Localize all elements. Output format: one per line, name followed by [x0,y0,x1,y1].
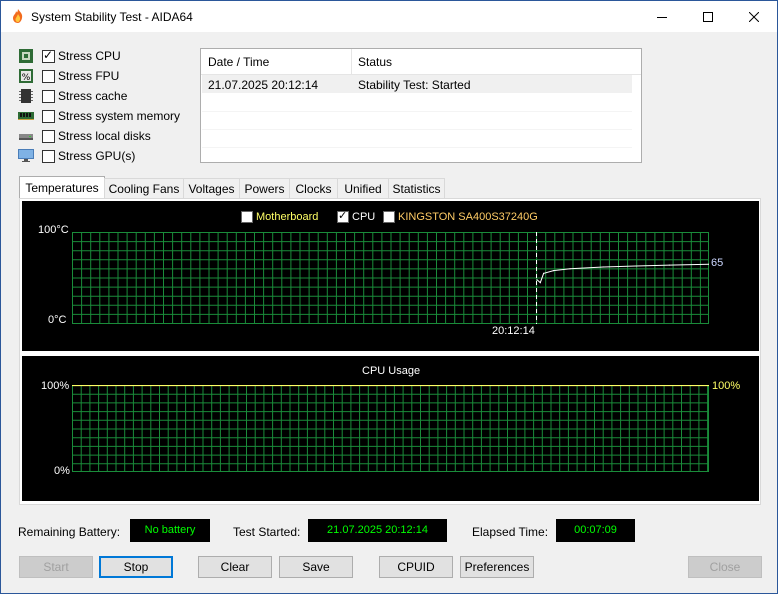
stress-gpu-label: Stress GPU(s) [58,149,136,163]
window-title: System Stability Test - AIDA64 [31,10,193,24]
temp-current-value-label: 65 [711,257,724,269]
usage-y-max-label: 100% [41,380,70,392]
tab-voltages[interactable]: Voltages [183,178,240,199]
title-bar[interactable]: System Stability Test - AIDA64 [1,1,777,32]
cpuid-button[interactable]: CPUID [379,556,453,578]
test-started-label: Test Started: [233,525,301,539]
aida64-flame-icon [13,9,23,23]
cpu-usage-title: CPU Usage [362,365,421,377]
preferences-button[interactable]: Preferences [460,556,534,578]
legend-motherboard-checkbox[interactable] [241,211,253,223]
tab-temperatures[interactable]: Temperatures [19,176,105,200]
maximize-icon [703,11,713,22]
stress-cache-checkbox[interactable] [42,90,55,103]
memory-module-icon [18,112,34,120]
cpu-temperature-point [635,265,637,267]
log-row[interactable]: 21.07.2025 20:12:14 Stability Test: Star… [202,75,632,93]
close-icon [749,11,759,22]
log-row-datetime: 21.07.2025 20:12:14 [208,78,319,92]
cpu-temperature-point [602,266,604,268]
cpu-temperature-line [536,263,709,284]
clear-button[interactable]: Clear [198,556,272,578]
stress-disks-checkbox[interactable] [42,130,55,143]
close-button[interactable]: Close [688,556,762,578]
temperature-graph: Motherboard CPU KINGSTON SA400S37240G 10… [22,201,759,351]
stress-fpu-checkbox[interactable] [42,70,55,83]
cpu-temperature-point [668,264,670,266]
stress-disks-label: Stress local disks [58,129,151,143]
usage-y-min-label: 0% [54,465,70,477]
cpu-temperature-point [543,272,545,274]
temp-y-min-label: 0°C [48,314,67,326]
close-window-button[interactable] [731,1,777,32]
start-button[interactable]: Start [19,556,93,578]
temperature-plot [72,232,709,324]
svg-text:%: % [22,73,31,83]
log-header: Date / Time Status [201,49,641,75]
cpu-temperature-point [539,282,541,284]
cpu-temperature-point [569,268,571,270]
tab-powers[interactable]: Powers [239,178,290,199]
log-row-status: Stability Test: Started [358,78,471,92]
temperature-legend: Motherboard CPU KINGSTON SA400S37240G [241,209,541,225]
tab-cooling-fans[interactable]: Cooling Fans [104,178,184,199]
tab-statistics[interactable]: Statistics [388,178,445,199]
temperatures-tab-panel: Motherboard CPU KINGSTON SA400S37240G 10… [19,198,761,505]
battery-label: Remaining Battery: [18,525,121,539]
status-bar: Remaining Battery: No battery Test Start… [1,517,777,547]
cpu-usage-graph: CPU Usage 100% 0% 100% [22,356,759,501]
maximize-button[interactable] [685,1,731,32]
minimize-icon [657,16,667,18]
cpu-temperature-point [536,279,538,281]
log-row-separator [202,129,632,130]
log-column-divider[interactable] [351,49,352,74]
save-button[interactable]: Save [279,556,353,578]
fpu-percent-icon: % [19,69,33,83]
legend-kingston-checkbox[interactable] [383,211,395,223]
stress-memory-label: Stress system memory [58,109,181,123]
stress-gpu-checkbox[interactable] [42,150,55,163]
legend-cpu-label: CPU [352,211,376,223]
cpu-usage-plot [72,385,709,472]
legend-cpu-checkbox[interactable] [337,209,349,223]
log-row-separator [202,111,632,112]
event-log-list[interactable]: Date / Time Status 21.07.2025 20:12:14 S… [200,48,642,163]
stress-memory-checkbox[interactable] [42,110,55,123]
stop-button[interactable]: Stop [99,556,173,578]
log-column-status[interactable]: Status [358,55,392,69]
tab-unified[interactable]: Unified [337,178,389,199]
stress-fpu-label: Stress FPU [58,69,120,83]
graph-grid [72,232,709,324]
temp-y-max-label: 100°C [38,224,69,236]
log-column-datetime[interactable]: Date / Time [208,55,269,69]
elapsed-time-label: Elapsed Time: [472,525,549,539]
minimize-button[interactable] [639,1,685,32]
stress-cache-label: Stress cache [58,89,128,103]
cpu-chip-icon [19,49,33,63]
disk-drive-icon [19,134,33,140]
cache-icon [19,89,33,103]
aida64-window: System Stability Test - AIDA64 Stress CP… [0,0,778,594]
legend-motherboard-label: Motherboard [256,211,319,223]
monitor-icon [18,149,34,162]
stress-cpu-label: Stress CPU [58,49,121,63]
cpu-temperature-point [552,270,555,272]
usage-current-value-label: 100% [712,380,741,392]
tab-clocks[interactable]: Clocks [289,178,338,199]
legend-kingston-label: KINGSTON SA400S37240G [398,211,538,223]
stress-cpu-checkbox[interactable] [42,48,55,63]
battery-value: No battery [130,519,210,542]
test-started-value: 21.07.2025 20:12:14 [308,519,447,542]
elapsed-time-value: 00:07:09 [556,519,635,542]
temp-time-label: 20:12:14 [492,325,535,337]
log-row-separator [202,147,632,148]
graph-grid [72,385,709,472]
